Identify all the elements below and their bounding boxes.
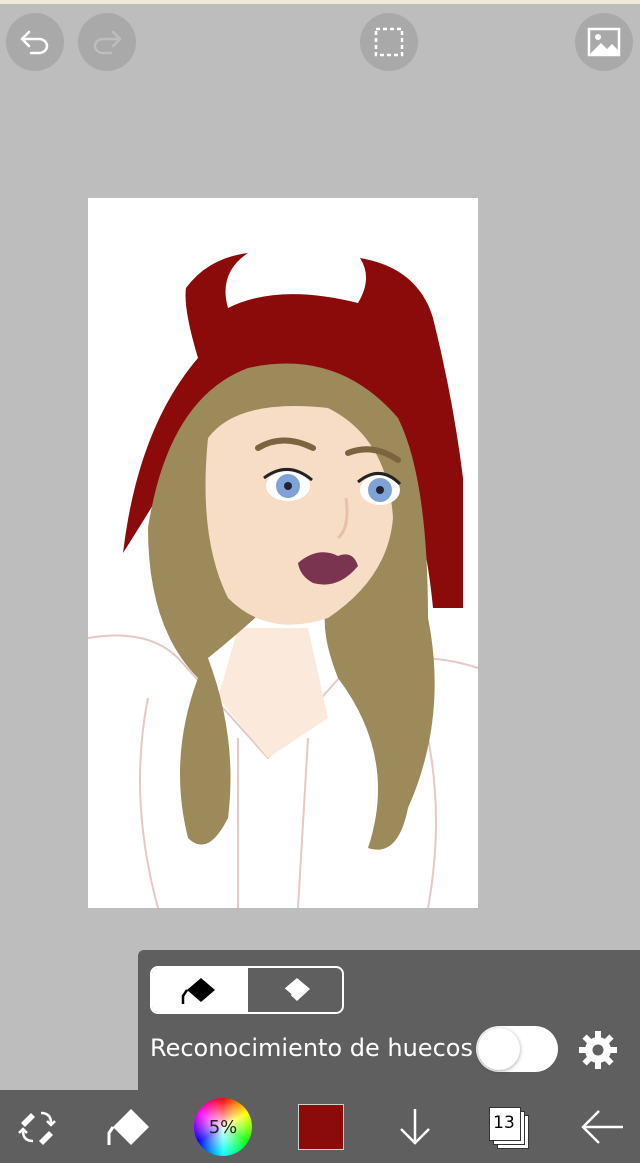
undo-icon (20, 30, 49, 55)
fill-mode-toggle (150, 966, 344, 1014)
toggle-knob (478, 1028, 520, 1070)
undo-button[interactable] (6, 13, 64, 71)
brush-opacity-label: 5% (208, 1116, 238, 1138)
image-icon (587, 27, 621, 57)
layers-count: 13 (493, 1113, 515, 1133)
bottom-toolbar: 5% 13 (0, 1090, 640, 1163)
layers-button[interactable]: 13 (484, 1102, 534, 1152)
tool-switch-button[interactable] (12, 1102, 62, 1152)
arrow-left-icon (581, 1110, 623, 1144)
color-wheel-button[interactable]: 5% (194, 1098, 252, 1156)
back-button[interactable] (578, 1102, 628, 1152)
fill-options-panel: Reconocimiento de huecos (138, 950, 640, 1090)
color-wheel: 5% (194, 1098, 252, 1156)
redo-button[interactable] (78, 13, 136, 71)
download-button[interactable] (390, 1102, 440, 1152)
tool-switch-icon (18, 1111, 56, 1145)
selection-icon (374, 27, 404, 57)
arrow-down-icon (400, 1109, 430, 1145)
selection-button[interactable] (360, 13, 418, 71)
gap-detection-toggle[interactable] (476, 1026, 558, 1072)
color-swatch (298, 1104, 344, 1150)
fill-tool-button[interactable] (104, 1102, 154, 1152)
gallery-button[interactable] (575, 13, 633, 71)
drawing-canvas[interactable] (88, 198, 478, 908)
fill-bucket-icon (107, 1109, 149, 1145)
fill-bucket-icon (181, 978, 215, 1004)
redo-icon (93, 30, 122, 55)
eraser-mode-button[interactable] (246, 968, 342, 1012)
artwork (88, 253, 478, 908)
gear-icon[interactable] (576, 1028, 620, 1072)
current-color-button[interactable] (296, 1102, 346, 1152)
eraser-icon (283, 978, 310, 1001)
fill-mode-button[interactable] (152, 968, 246, 1012)
gap-detection-label: Reconocimiento de huecos (150, 1034, 473, 1062)
status-strip (0, 0, 640, 4)
layers-icon: 13 (489, 1107, 529, 1149)
